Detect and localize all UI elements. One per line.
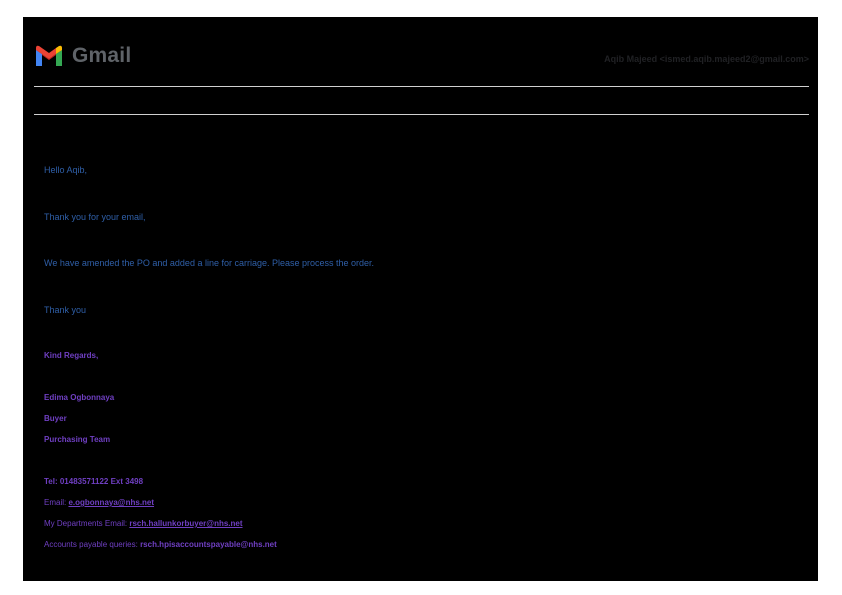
- email-page: Gmail Aqib Majeed <ismed.aqib.majeed2@gm…: [23, 17, 818, 581]
- signature-tel: Tel: 01483571122 Ext 3498: [44, 477, 144, 486]
- subject-divider: [34, 114, 809, 115]
- thanks-line: Thank you for your email,: [44, 212, 146, 222]
- signature-accounts-line: Accounts payable queries: rsch.hpisaccou…: [44, 540, 277, 549]
- account-address: Aqib Majeed <ismed.aqib.majeed2@gmail.co…: [604, 54, 809, 64]
- gmail-wordmark: Gmail: [72, 44, 132, 67]
- header-divider: [34, 86, 809, 87]
- signature-team: Purchasing Team: [44, 435, 111, 444]
- signature-dept-line: My Departments Email: rsch.hallunkorbuye…: [44, 519, 243, 528]
- gmail-logo: Gmail: [34, 44, 131, 68]
- email-link[interactable]: e.ogbonnaya@nhs.net: [68, 498, 154, 507]
- accounts-email-link[interactable]: rsch.hpisaccountspayable@nhs.net: [140, 540, 277, 549]
- gmail-m-icon: [36, 45, 62, 66]
- accounts-label: Accounts payable queries:: [44, 540, 141, 549]
- greeting-text: Hello Aqib,: [44, 165, 88, 175]
- dept-email-label: My Departments Email:: [44, 519, 130, 528]
- dept-email-link[interactable]: rsch.hallunkorbuyer@nhs.net: [129, 519, 242, 528]
- signature-email-line: Email: e.ogbonnaya@nhs.net: [44, 498, 154, 507]
- email-label: Email:: [44, 498, 69, 507]
- closing-text: Thank you: [44, 305, 87, 315]
- body-line: We have amended the PO and added a line …: [44, 258, 375, 268]
- signature-regards: Kind Regards,: [44, 351, 99, 360]
- signature-name: Edima Ogbonnaya: [44, 393, 115, 402]
- signature-role: Buyer: [44, 414, 67, 423]
